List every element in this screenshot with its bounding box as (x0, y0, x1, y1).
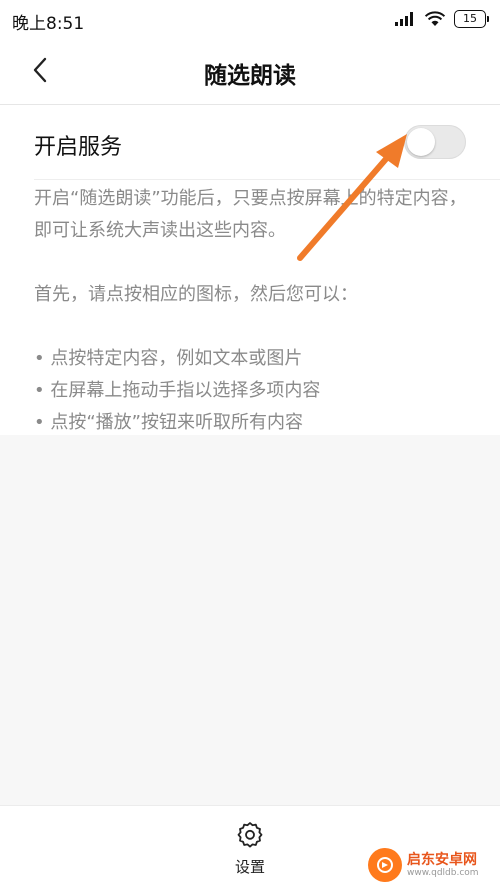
wifi-icon (424, 11, 446, 26)
service-label: 开启服务 (34, 135, 123, 160)
description-bullet: • 点按特定内容，例如文本或图片 (34, 348, 303, 369)
description-lead: 首先，请点按相应的图标，然后您可以： (34, 284, 358, 305)
description: 开启“随选朗读”功能后，只要点按屏幕上的特定内容，即可让系统大声读出这些内容。 … (34, 183, 474, 439)
title-bar: 随选朗读 (0, 38, 500, 104)
watermark-logo-icon (368, 848, 402, 882)
service-toggle-row[interactable]: 开启服务 (0, 105, 500, 180)
toggle-knob (407, 128, 435, 156)
status-bar: 晚上8:51 15 (0, 0, 500, 38)
watermark-url: www.qdldb.com (407, 868, 479, 878)
settings-button[interactable]: 设置 (222, 820, 278, 880)
gear-icon (237, 822, 263, 848)
page-title: 随选朗读 (204, 63, 296, 89)
settings-label: 设置 (234, 858, 265, 876)
watermark-name: 启东安卓网 (407, 852, 477, 868)
description-bullet: • 点按“播放”按钮来听取所有内容 (34, 412, 303, 433)
status-time: 晚上8:51 (12, 14, 85, 34)
status-icons: 15 (394, 10, 489, 28)
battery-indicator: 15 (454, 10, 489, 28)
description-intro: 开启“随选朗读”功能后，只要点按屏幕上的特定内容，即可让系统大声读出这些内容。 (34, 188, 467, 241)
description-bullet: • 在屏幕上拖动手指以选择多项内容 (34, 380, 321, 401)
row-divider (34, 179, 500, 180)
signal-icon (395, 12, 413, 26)
service-toggle[interactable] (404, 125, 466, 159)
watermark: 启东安卓网 www.qdldb.com (368, 848, 479, 882)
battery-level: 15 (463, 12, 477, 25)
settings-content: 开启服务 开启“随选朗读”功能后，只要点按屏幕上的特定内容，即可让系统大声读出这… (0, 105, 500, 435)
